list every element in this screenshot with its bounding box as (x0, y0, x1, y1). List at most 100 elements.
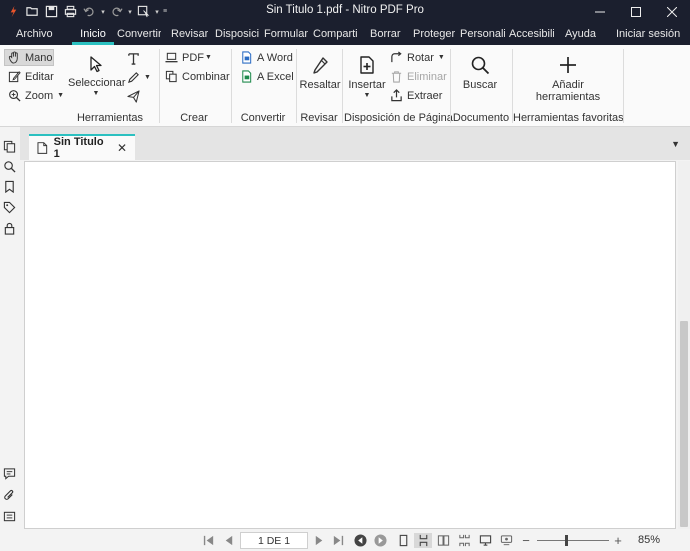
a-word-button[interactable]: A Word (240, 49, 293, 66)
presentation-icon[interactable] (497, 533, 515, 548)
rotar-button[interactable]: Rotar ▼ (390, 49, 445, 66)
document-canvas[interactable] (24, 161, 676, 529)
text-t-icon (128, 53, 139, 65)
search-panel-icon[interactable] (3, 160, 17, 174)
insertar-button[interactable]: Insertar ▼ (347, 55, 387, 99)
insert-page-icon (360, 56, 374, 74)
forward-view-icon[interactable] (372, 533, 388, 548)
pen-tool-button[interactable]: ▼ (127, 69, 151, 86)
print-icon[interactable] (61, 0, 80, 23)
first-page-icon[interactable] (200, 533, 216, 548)
last-page-icon[interactable] (330, 533, 346, 548)
tab-accesibilidad[interactable]: Accesibilic (509, 23, 554, 45)
tabs-dropdown-icon[interactable]: ▼ (671, 139, 680, 149)
add-tools-button[interactable]: Añadir herramientas (530, 55, 606, 103)
document-icon (37, 142, 48, 154)
comment-icon[interactable] (3, 467, 17, 481)
group-convertir-label: Convertir (240, 112, 286, 124)
open-folder-icon[interactable] (23, 0, 42, 23)
facing-view-icon[interactable] (434, 533, 452, 548)
extraer-label: Extraer (407, 89, 443, 102)
minimize-icon[interactable] (582, 0, 618, 23)
tab-disposicion[interactable]: Disposició (215, 23, 259, 45)
zoom-slider-thumb[interactable] (564, 535, 568, 546)
select-dropdown-icon[interactable]: ▾ (153, 0, 161, 23)
redo-icon[interactable] (107, 0, 126, 23)
a-excel-label: A Excel (257, 70, 294, 83)
close-tab-icon[interactable]: ✕ (117, 141, 127, 155)
group-documento-label: Documento (452, 112, 510, 124)
document-tab-label: Sin Titulo 1 (53, 136, 104, 160)
text-tool-button[interactable] (127, 50, 140, 67)
tab-convertir[interactable]: Convertir (117, 23, 161, 45)
tab-archivo[interactable]: Archivo (16, 23, 53, 45)
undo-dropdown-icon[interactable]: ▾ (99, 0, 107, 23)
tab-compartir[interactable]: Comparti (313, 23, 357, 45)
eliminar-button[interactable]: Eliminar (390, 68, 447, 85)
cursor-arrow-icon (90, 56, 102, 73)
fields-panel-icon[interactable] (3, 510, 17, 524)
redo-dropdown-icon[interactable]: ▾ (126, 0, 134, 23)
a-word-label: A Word (257, 51, 293, 64)
facing-continuous-view-icon[interactable] (455, 533, 473, 548)
zoom-in-icon[interactable]: + (611, 533, 625, 548)
insertar-label: Insertar (348, 79, 386, 91)
tab-personalizar[interactable]: Personaliz (460, 23, 505, 45)
seleccionar-button[interactable]: Seleccionar ▼ (68, 55, 125, 97)
lock-icon[interactable] (3, 222, 17, 236)
pages-panel-icon[interactable] (3, 140, 17, 154)
combinar-button[interactable]: Combinar (165, 68, 230, 85)
buscar-label: Buscar (462, 79, 498, 91)
tab-inicio[interactable]: Inicio (72, 23, 114, 45)
quick-access-toolbar: ▾ ▾ ▾ ≡ (0, 0, 169, 23)
tab-formularios[interactable]: Formulari (264, 23, 308, 45)
undo-icon[interactable] (80, 0, 99, 23)
vertical-scrollbar[interactable] (678, 161, 690, 529)
mano-label: Mano (25, 51, 53, 64)
maximize-icon[interactable] (618, 0, 654, 23)
word-file-icon (242, 51, 252, 64)
single-page-view-icon[interactable] (395, 533, 411, 548)
attachment-icon[interactable] (3, 489, 17, 503)
save-icon[interactable] (42, 0, 61, 23)
close-window-icon[interactable] (654, 0, 690, 23)
a-excel-button[interactable]: A Excel (240, 68, 294, 85)
combine-icon (165, 70, 177, 83)
resaltar-button[interactable]: Resaltar (299, 55, 341, 91)
tab-revisar[interactable]: Revisar (171, 23, 208, 45)
customize-qat-icon[interactable]: ≡ (161, 0, 169, 23)
zoom-out-icon[interactable]: − (519, 533, 533, 548)
group-herramientas-label: Herramientas (76, 112, 144, 124)
zoom-button[interactable]: Zoom ▼ (8, 87, 64, 104)
document-tab[interactable]: Sin Titulo 1 ✕ (29, 134, 135, 160)
signin-button[interactable]: Iniciar sesión (616, 23, 680, 45)
send-tool-button[interactable] (127, 88, 140, 105)
buscar-button[interactable]: Buscar (458, 55, 502, 91)
continuous-view-icon[interactable] (414, 533, 432, 548)
search-icon (471, 56, 490, 75)
previous-page-icon[interactable] (220, 533, 236, 548)
zoom-level-label: 85% (638, 534, 661, 546)
plus-icon (560, 57, 576, 73)
combinar-label: Combinar (182, 70, 230, 83)
tab-proteger[interactable]: Proteger (413, 23, 455, 45)
next-page-icon[interactable] (311, 533, 327, 548)
editar-label: Editar (25, 70, 54, 83)
bookmark-icon[interactable] (3, 180, 17, 194)
fullscreen-icon[interactable] (476, 533, 494, 548)
zoom-slider-track[interactable] (537, 540, 609, 541)
select-tool-icon[interactable] (134, 0, 153, 23)
scrollbar-thumb[interactable] (680, 321, 688, 527)
extract-icon (391, 89, 402, 102)
tag-icon[interactable] (3, 201, 17, 215)
hand-icon (8, 51, 18, 64)
back-view-icon[interactable] (352, 533, 368, 548)
tab-ayuda[interactable]: Ayuda (565, 23, 596, 45)
tab-borrar[interactable]: Borrar (370, 23, 401, 45)
chevron-down-icon: ▼ (363, 92, 371, 99)
mano-button[interactable]: Mano (4, 49, 54, 66)
pdf-create-button[interactable]: PDF ▼ (165, 49, 212, 66)
extraer-button[interactable]: Extraer (390, 87, 442, 104)
page-number-field[interactable]: 1 DE 1 (240, 532, 308, 549)
editar-button[interactable]: Editar (8, 68, 54, 85)
